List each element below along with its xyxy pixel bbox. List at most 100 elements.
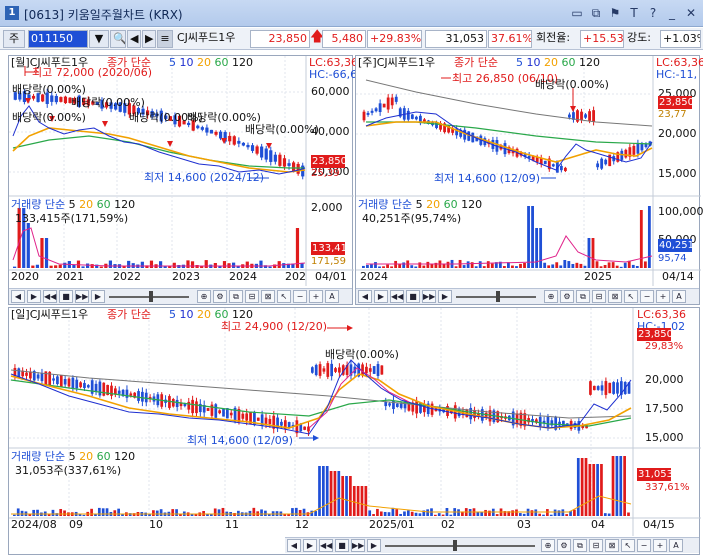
monthly-zoom-icon[interactable]: ⊕ (197, 290, 211, 303)
weekly-box-icon[interactable]: ⊠ (608, 290, 622, 303)
monthly-plus-icon[interactable]: + (309, 290, 323, 303)
monthly-volume-bar (177, 265, 181, 268)
tile-icon[interactable]: ⧉ (588, 5, 604, 21)
monthly-box-icon[interactable]: ⊠ (261, 290, 275, 303)
daily-font-icon[interactable]: A (669, 539, 683, 552)
monthly-settings-icon[interactable]: ⚙ (213, 290, 227, 303)
monthly-cursor-icon[interactable]: ↖ (277, 290, 291, 303)
weekly-volume-bar (607, 262, 611, 268)
prev-stock-icon[interactable]: ◀ (127, 30, 141, 48)
help-icon[interactable]: ? (645, 5, 661, 21)
daily-volume-bar (441, 514, 445, 516)
daily-volume-bar (36, 509, 39, 516)
weekly-volume-bar (398, 264, 402, 268)
daily-nav-play-icon[interactable]: ▶ (367, 539, 381, 552)
favorite-icon[interactable]: ≡ (157, 30, 173, 48)
restore-icon[interactable]: ▭ (569, 5, 585, 21)
minimize-icon[interactable]: _ (664, 5, 680, 21)
text-icon[interactable]: T (626, 5, 642, 21)
daily-volume-bar (82, 514, 86, 516)
monthly-nav-rewind-icon[interactable]: ◀◀ (43, 290, 57, 303)
weekly-zoom-icon[interactable]: ⊕ (544, 290, 558, 303)
volume-ratio: 37.61% (488, 30, 532, 48)
daily-volume-bar (426, 509, 429, 516)
daily-volume-bar (16, 508, 20, 516)
weekly-grid-icon[interactable]: ⊟ (592, 290, 606, 303)
daily-nav-forward-icon[interactable]: ▶▶ (351, 539, 365, 552)
weekly-settings-icon[interactable]: ⚙ (560, 290, 574, 303)
daily-zoom-slider[interactable] (385, 545, 535, 547)
weekly-cursor-icon[interactable]: ↖ (624, 290, 638, 303)
daily-volume-bar (233, 513, 236, 516)
weekly-nav-stop-icon[interactable]: ■ (406, 290, 420, 303)
search-icon[interactable]: 🔍 (110, 30, 126, 48)
close-icon[interactable]: ✕ (683, 5, 699, 21)
daily-minus-icon[interactable]: − (637, 539, 651, 552)
daily-chart-svg[interactable] (9, 308, 701, 538)
daily-nav-rewind-icon[interactable]: ◀◀ (319, 539, 333, 552)
weekly-font-icon[interactable]: A (672, 290, 686, 303)
monthly-volume-bar (190, 261, 195, 268)
daily-volume-bar (565, 514, 569, 516)
weekly-volume-bar (547, 265, 551, 268)
weekly-volume-bar (374, 262, 377, 268)
monthly-candle (250, 145, 255, 151)
weekly-nav-right-icon[interactable]: ▶ (374, 290, 388, 303)
daily-zoom-handle[interactable] (453, 540, 457, 551)
monthly-x-tick-6: 202 (285, 270, 306, 283)
code-input[interactable]: 011150 (28, 30, 88, 48)
monthly-volume-bar (236, 266, 240, 268)
weekly-nav-play-icon[interactable]: ▶ (438, 290, 452, 303)
market-select[interactable]: 주 (3, 30, 25, 48)
monthly-candle (54, 95, 58, 103)
daily-copy-icon[interactable]: ⧉ (573, 539, 587, 552)
code-dropdown-icon[interactable]: ▼ (89, 30, 109, 48)
weekly-volume-bar (575, 262, 579, 268)
daily-nav-right-icon[interactable]: ▶ (303, 539, 317, 552)
daily-candle (365, 366, 368, 374)
weekly-copy-icon[interactable]: ⧉ (576, 290, 590, 303)
daily-box-icon[interactable]: ⊠ (605, 539, 619, 552)
daily-grid-icon[interactable]: ⊟ (589, 539, 603, 552)
daily-header-title: [일]CJ씨푸드1우 (11, 308, 89, 321)
turnover-value: +15.53% (580, 30, 624, 48)
weekly-nav-forward-icon[interactable]: ▶▶ (422, 290, 436, 303)
monthly-minus-icon[interactable]: − (293, 290, 307, 303)
monthly-zoom-handle[interactable] (149, 291, 153, 302)
weekly-minus-icon[interactable]: − (640, 290, 654, 303)
daily-candle (63, 379, 67, 385)
weekly-volume-bar (370, 264, 373, 268)
weekly-nav-rewind-icon[interactable]: ◀◀ (390, 290, 404, 303)
daily-zoom-icon[interactable]: ⊕ (541, 539, 555, 552)
weekly-zoom-handle[interactable] (496, 291, 500, 302)
monthly-nav-left-icon[interactable]: ◀ (11, 290, 25, 303)
daily-candle (596, 386, 600, 390)
monthly-copy-icon[interactable]: ⧉ (229, 290, 243, 303)
daily-volume-bar (596, 464, 599, 516)
daily-volume-bar (333, 471, 337, 516)
weekly-nav-left-icon[interactable]: ◀ (358, 290, 372, 303)
daily-volume-bar (213, 508, 217, 516)
weekly-x-tick-1: 2024 (360, 270, 388, 283)
daily-volume-bar (352, 486, 356, 516)
pin-icon[interactable]: ⚑ (607, 5, 623, 21)
daily-ytick-3: 15,000 (645, 431, 684, 444)
monthly-volume-bar (44, 238, 49, 268)
next-stock-icon[interactable]: ▶ (142, 30, 156, 48)
monthly-candle (59, 97, 63, 102)
monthly-grid-icon[interactable]: ⊟ (245, 290, 259, 303)
weekly-volume-bar (571, 263, 575, 268)
monthly-nav-stop-icon[interactable]: ■ (59, 290, 73, 303)
daily-nav-left-icon[interactable]: ◀ (287, 539, 301, 552)
daily-cursor-icon[interactable]: ↖ (621, 539, 635, 552)
monthly-nav-forward-icon[interactable]: ▶▶ (75, 290, 89, 303)
monthly-font-icon[interactable]: A (325, 290, 339, 303)
weekly-plus-icon[interactable]: + (656, 290, 670, 303)
daily-candle (538, 416, 542, 427)
monthly-nav-play-icon[interactable]: ▶ (91, 290, 105, 303)
daily-settings-icon[interactable]: ⚙ (557, 539, 571, 552)
daily-volume-bar (391, 507, 395, 516)
daily-nav-stop-icon[interactable]: ■ (335, 539, 349, 552)
daily-plus-icon[interactable]: + (653, 539, 667, 552)
monthly-nav-right-icon[interactable]: ▶ (27, 290, 41, 303)
